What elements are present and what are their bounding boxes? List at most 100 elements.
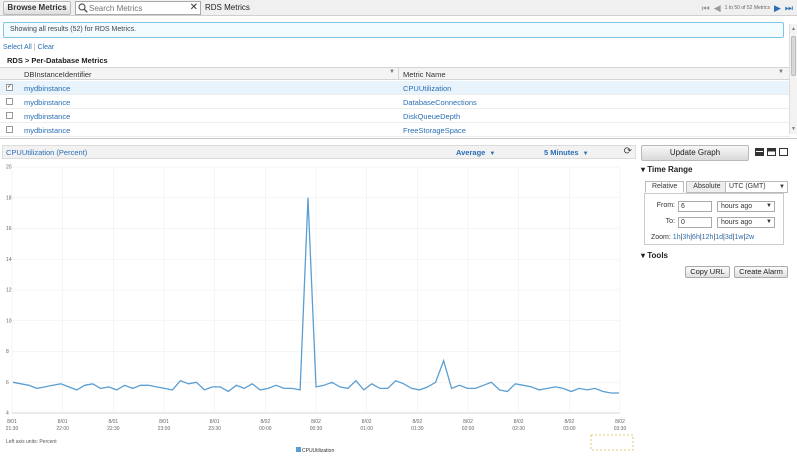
last-page-icon[interactable]: ⏭	[785, 3, 793, 14]
y-tick-label: 18	[6, 195, 12, 201]
results-info-text: Showing all results (52) for RDS Metrics…	[10, 26, 137, 33]
breadcrumb: RDS > Per-Database Metrics	[7, 56, 108, 65]
pager-text: 1 to 50 of 52 Metrics	[724, 5, 770, 11]
selection-marker	[590, 434, 634, 451]
time-range-section[interactable]: ▾ Time Range	[641, 165, 692, 174]
column-header-metric[interactable]: Metric Name	[403, 70, 446, 79]
refresh-icon[interactable]: ⟳	[624, 146, 632, 158]
x-tick-date: 8/01	[108, 419, 118, 425]
column-header-instance[interactable]: DBInstanceIdentifier	[24, 70, 92, 79]
row-checkbox[interactable]: ✓	[6, 84, 13, 91]
tools-title: Tools	[647, 251, 668, 260]
x-tick-time: 02:00	[462, 426, 475, 432]
single-layout-icon[interactable]	[779, 148, 788, 156]
chart-title: CPUUtilization (Percent)	[6, 148, 88, 157]
x-tick-date: 8/02	[260, 419, 270, 425]
zoom-1w[interactable]: 1w	[734, 234, 743, 241]
zoom-2w[interactable]: 2w	[745, 234, 754, 241]
search-input[interactable]	[89, 3, 189, 13]
x-tick-time: 01:30	[411, 426, 424, 432]
clear-link[interactable]: Clear	[38, 44, 55, 51]
chevron-down-icon: ▼	[779, 184, 785, 190]
left-axis-units: Left axis units: Percent	[6, 439, 57, 445]
cpu-utilization-chart: 4681012141618208/0121:308/0122:008/0122:…	[6, 165, 634, 454]
context-title: RDS Metrics	[205, 3, 250, 12]
metric-cell: DatabaseConnections	[403, 98, 477, 107]
zoom-12h[interactable]: 12h	[702, 234, 714, 241]
zoom-label: Zoom:	[651, 234, 671, 241]
select-all-link[interactable]: Select All	[3, 44, 32, 51]
statistic-dropdown[interactable]: Average ▼	[456, 148, 495, 157]
from-unit-select[interactable]: hours ago ▼	[717, 201, 775, 212]
scroll-down-icon[interactable]: ▼	[791, 126, 796, 132]
to-input[interactable]: 0	[678, 217, 712, 228]
table-row[interactable]: mydbinstance DiskQueueDepth	[0, 109, 790, 123]
table-header: DBInstanceIdentifier ▼ Metric Name ▼	[0, 67, 790, 80]
clear-search-icon[interactable]: ✕	[190, 2, 198, 14]
selection-links: Select All | Clear	[3, 44, 54, 51]
tools-section[interactable]: ▾ Tools	[641, 251, 668, 260]
table-row[interactable]: mydbinstance FreeStorageSpace	[0, 123, 790, 137]
instance-cell: mydbinstance	[24, 126, 71, 135]
row-checkbox[interactable]	[6, 98, 13, 105]
y-tick-label: 14	[6, 257, 12, 263]
first-page-icon[interactable]: ⏮	[702, 3, 710, 14]
x-tick-time: 23:00	[158, 426, 171, 432]
zoom-6h[interactable]: 6h	[692, 234, 700, 241]
row-checkbox[interactable]	[6, 112, 13, 119]
copy-url-button[interactable]: Copy URL	[685, 266, 730, 278]
sort-dropdown-icon[interactable]: ▼	[389, 69, 395, 75]
from-unit-value: hours ago	[721, 203, 753, 210]
search-box[interactable]: ✕	[75, 1, 201, 15]
x-tick-time: 21:30	[6, 426, 19, 432]
scroll-up-icon[interactable]: ▲	[791, 26, 796, 32]
tab-absolute[interactable]: Absolute	[686, 181, 728, 193]
to-unit-value: hours ago	[721, 219, 753, 226]
column-separator	[398, 68, 399, 80]
x-tick-date: 8/02	[514, 419, 524, 425]
x-tick-time: 00:00	[259, 426, 272, 432]
chevron-down-icon: ▼	[582, 151, 589, 157]
zoom-1h[interactable]: 1h	[673, 234, 681, 241]
x-tick-time: 22:30	[107, 426, 120, 432]
metric-cell: DiskQueueDepth	[403, 112, 461, 121]
from-input[interactable]: 6	[678, 201, 712, 212]
time-range-title: Time Range	[647, 165, 693, 174]
metrics-table: DBInstanceIdentifier ▼ Metric Name ▼ ✓ m…	[0, 67, 790, 137]
metric-cell: CPUUtilization	[403, 84, 452, 93]
y-tick-label: 6	[6, 380, 9, 386]
pane-divider[interactable]	[0, 138, 797, 139]
row-checkbox[interactable]	[6, 126, 13, 133]
browse-metrics-button[interactable]: Browse Metrics	[3, 1, 71, 15]
top-layout-icon[interactable]	[767, 148, 776, 156]
tab-relative[interactable]: Relative	[645, 181, 685, 193]
timezone-value: UTC (GMT)	[729, 183, 766, 190]
from-label: From:	[656, 202, 675, 209]
table-row[interactable]: ✓ mydbinstance CPUUtilization	[0, 81, 790, 95]
x-tick-date: 8/01	[159, 419, 169, 425]
table-scrollbar[interactable]: ▲ ▼	[789, 24, 797, 134]
statistic-value: Average	[456, 148, 486, 157]
update-graph-button[interactable]: Update Graph	[641, 145, 749, 161]
split-layout-icon[interactable]	[755, 148, 764, 156]
next-page-icon[interactable]: ▶	[774, 3, 781, 14]
sort-dropdown-icon[interactable]: ▼	[778, 69, 784, 75]
x-tick-date: 8/02	[463, 419, 473, 425]
instance-cell: mydbinstance	[24, 98, 71, 107]
table-row[interactable]: mydbinstance DatabaseConnections	[0, 95, 790, 109]
chevron-down-icon: ▼	[766, 219, 772, 225]
zoom-3h[interactable]: 3h	[682, 234, 690, 241]
prev-page-icon[interactable]: ◀	[714, 3, 721, 14]
to-unit-select[interactable]: hours ago ▼	[717, 217, 775, 228]
x-tick-date: 8/01	[210, 419, 220, 425]
zoom-1d[interactable]: 1d	[715, 234, 723, 241]
timezone-select[interactable]: UTC (GMT) ▼	[725, 181, 788, 193]
pager: ⏮ ◀ 1 to 50 of 52 Metrics ▶ ⏭	[702, 1, 793, 15]
create-alarm-button[interactable]: Create Alarm	[734, 266, 788, 278]
scrollbar-thumb[interactable]	[791, 36, 796, 76]
zoom-3d[interactable]: 3d	[725, 234, 733, 241]
top-toolbar: Browse Metrics ✕ RDS Metrics ⏮ ◀ 1 to 50…	[0, 0, 797, 16]
period-value: 5 Minutes	[544, 148, 579, 157]
x-tick-time: 23:30	[208, 426, 221, 432]
period-dropdown[interactable]: 5 Minutes ▼	[544, 148, 589, 157]
